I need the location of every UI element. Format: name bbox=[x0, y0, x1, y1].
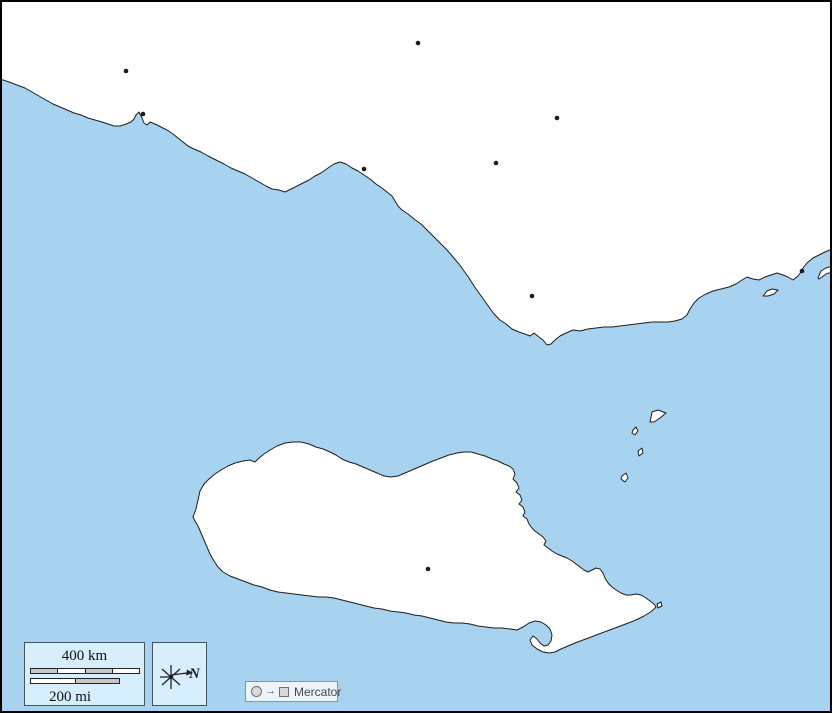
projection-legend: → Mercator bbox=[245, 681, 338, 702]
scale-km-label: 400 km bbox=[25, 649, 144, 664]
city-dot bbox=[530, 294, 535, 299]
scale-mi-label: 200 mi bbox=[25, 690, 115, 705]
scale-bar-segment bbox=[31, 679, 75, 683]
north-arrow-box: N bbox=[152, 642, 207, 706]
scale-bar-mi bbox=[30, 678, 120, 684]
city-dot bbox=[141, 112, 146, 117]
scale-bar-segment bbox=[75, 679, 120, 683]
flat-map-square-icon bbox=[279, 687, 289, 697]
scale-bar-segment bbox=[112, 669, 139, 673]
globe-circle-icon bbox=[251, 686, 262, 697]
city-dot bbox=[426, 567, 431, 572]
scale-bar-km bbox=[30, 668, 140, 674]
arrow-icon: → bbox=[265, 686, 276, 697]
city-dot bbox=[555, 116, 560, 121]
city-dot bbox=[362, 167, 367, 172]
map-frame: 400 km 200 mi N → Mercator © d-maps.com bbox=[0, 0, 832, 713]
dmaps-credit: © d-maps.com bbox=[0, 637, 3, 708]
city-dot bbox=[494, 161, 499, 166]
scale-bar-segment bbox=[85, 669, 112, 673]
scale-bar-segment bbox=[57, 669, 84, 673]
north-label: N bbox=[189, 666, 200, 683]
projection-label: Mercator bbox=[294, 686, 341, 698]
city-dot bbox=[416, 41, 421, 46]
map-canvas bbox=[0, 0, 832, 713]
scale-box: 400 km 200 mi bbox=[24, 642, 145, 706]
city-dot bbox=[800, 269, 805, 274]
city-dot bbox=[124, 69, 129, 74]
scale-bar-segment bbox=[31, 669, 57, 673]
